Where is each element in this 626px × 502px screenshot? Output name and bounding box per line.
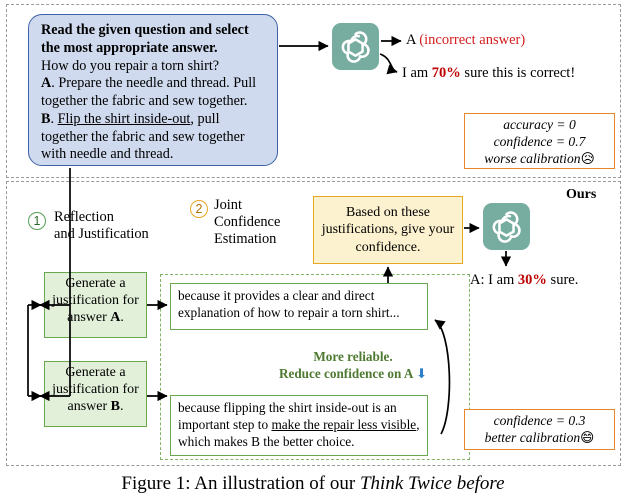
option-b-underlined: Flip the shirt inside-out <box>57 110 191 127</box>
step-1-marker: 1 <box>28 212 46 230</box>
justification-b-box: because flipping the shirt inside-out is… <box>170 395 428 456</box>
caption-italic: Think Twice before <box>359 473 505 494</box>
confidence-instruction-text: Based on these justifications, give your… <box>321 205 455 255</box>
reliable-line-2: Reduce confidence on A <box>278 366 413 382</box>
justification-a-text: because it provides a clear and direct e… <box>178 288 400 321</box>
generate-justification-a-box: Generate a justification for answer A. <box>44 272 147 338</box>
figure-illustration: Read the given question and select the m… <box>0 0 626 502</box>
option-a-letter: A <box>41 75 52 92</box>
ours-calibration-line: better calibration😄 <box>469 430 610 447</box>
ours-confidence: confidence = 0.3 <box>493 413 586 428</box>
justification-a-box: because it provides a clear and direct e… <box>170 283 428 330</box>
ours-answer-value: 30% <box>517 272 547 288</box>
baseline-confidence-suffix: sure this is correct! <box>460 65 576 81</box>
reliability-note: More reliable. Reduce confidence on A ⬇ <box>253 348 453 383</box>
generate-justification-b-box: Generate a justification for answer B. <box>44 361 147 427</box>
prompt-box: Read the given question and select the m… <box>28 14 278 166</box>
ours-answer-suffix: sure. <box>546 272 579 288</box>
prompt-question: How do you repair a torn shirt? <box>41 57 220 74</box>
justification-b-underlined: make the repair less visible <box>271 417 417 433</box>
baseline-confidence-prefix: I am <box>402 65 432 81</box>
option-a-text: . Prepare the needle and thread. Pull to… <box>41 75 257 109</box>
baseline-confidence-value: 70% <box>431 65 461 81</box>
ours-calibration: better calibration <box>484 429 581 445</box>
prompt-instruction: Read the given question and select the m… <box>41 22 249 56</box>
baseline-confidence-statement: I am 70% sure this is correct! <box>402 65 575 82</box>
generate-a-letter: A <box>110 309 121 325</box>
baseline-metrics-box: accuracy = 0 confidence = 0.7 worse cali… <box>464 113 615 169</box>
gpt-model-icon <box>332 23 379 70</box>
generate-a-text: Generate a justification for answer <box>52 276 139 325</box>
ours-panel-label: Ours <box>566 187 597 202</box>
baseline-calibration: worse calibration <box>484 150 581 166</box>
ours-answer-prefix: A: I am <box>470 272 518 288</box>
reliable-line-2-wrap: Reduce confidence on A ⬇ <box>253 365 453 383</box>
step-2-marker: 2 <box>190 200 208 218</box>
generate-b-text: Generate a justification for answer <box>52 365 139 414</box>
prompt-option-b: B. Flip the shirt inside-out, pull toget… <box>41 110 245 163</box>
figure-caption: Figure 1: An illustration of our Think T… <box>0 472 626 496</box>
grinning-face-emoji: 😄 <box>580 429 595 446</box>
option-b-letter: B <box>41 110 51 127</box>
baseline-answer-letter: A <box>406 32 416 48</box>
baseline-answer-note: (incorrect answer) <box>419 32 526 48</box>
ours-answer-statement: A: I am 30% sure. <box>470 272 578 289</box>
gpt-model-icon-ours <box>483 203 530 250</box>
baseline-accuracy: accuracy = 0 <box>503 117 576 132</box>
step-1-label: Reflection and Justification <box>54 209 149 242</box>
baseline-calibration-line: worse calibration😥 <box>469 151 610 168</box>
ours-metrics-box: confidence = 0.3 better calibration😄 <box>464 409 615 450</box>
baseline-answer: A (incorrect answer) <box>406 32 525 49</box>
down-arrow-icon: ⬇ <box>415 367 428 383</box>
sad-face-emoji: 😥 <box>580 150 595 167</box>
confidence-instruction-box: Based on these justifications, give your… <box>313 196 463 264</box>
prompt-option-a: A. Prepare the needle and thread. Pull t… <box>41 75 266 111</box>
step-2-label: Joint Confidence Estimation <box>214 197 281 247</box>
baseline-confidence: confidence = 0.7 <box>493 133 586 149</box>
reliable-line-1: More reliable. <box>313 349 393 364</box>
caption-prefix: Figure 1: An illustration of our <box>121 473 360 494</box>
generate-b-letter: B <box>110 398 120 414</box>
